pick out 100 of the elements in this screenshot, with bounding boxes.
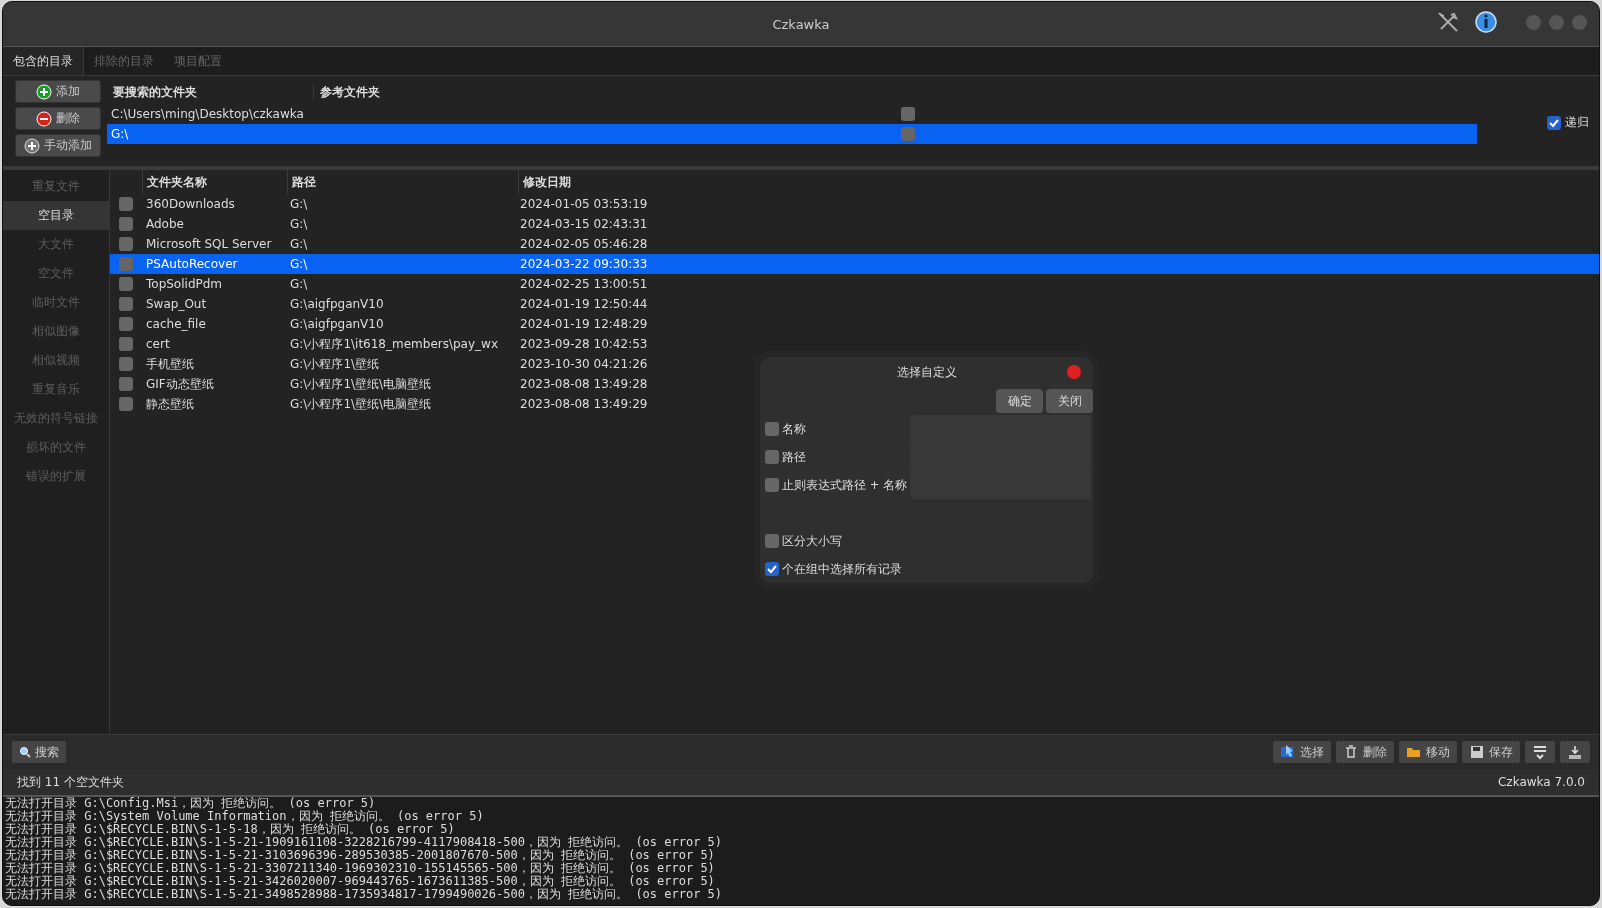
log-line: 无法打开目录 G:\$RECYCLE.BIN\S-1-5-21-3307211340-1969302310-155145565-500，因为 拒绝访问。 (os error 5) [5, 862, 716, 875]
checkbox[interactable] [765, 534, 779, 548]
checkbox[interactable] [119, 317, 133, 331]
toolbar-button[interactable] [1559, 740, 1591, 764]
column-header: 路径 [287, 170, 518, 194]
table-cell[interactable]: TopSolidPdm [142, 277, 286, 291]
tab[interactable]: 包含的目录 [3, 47, 84, 75]
table-cell-text: 2024-03-15 02:43:31 [519, 217, 648, 231]
toolbar-button[interactable] [1524, 740, 1556, 764]
table-cell[interactable]: Microsoft SQL Server [142, 237, 286, 251]
window-control[interactable] [1549, 14, 1564, 30]
directory-button[interactable]: 删除 [15, 107, 101, 130]
toolbar-button[interactable]: 选择 [1272, 740, 1332, 764]
log-line: 无法打开目录 G:\$RECYCLE.BIN\S-1-5-18，因为 拒绝访问。 (os error 5) [5, 823, 456, 836]
log-line: 无法打开目录 G:\$RECYCLE.BIN\S-1-5-21-3426020007-969443765-1673611385-500，因为 拒绝访问。 (os error 5) [5, 875, 716, 888]
search-button[interactable]: 搜索 [11, 740, 67, 764]
directory-path: G:\ [110, 127, 130, 141]
cursor-icon [1280, 744, 1296, 760]
table-cell-text: 2023-08-08 13:49:28 [519, 377, 648, 391]
table-cell-text: 2023-10-30 04:21:26 [519, 357, 648, 371]
minus-icon [36, 110, 52, 127]
sidebar-item[interactable]: 空目录 [3, 201, 109, 230]
toolbar-button[interactable]: 移动 [1398, 740, 1458, 764]
table-cell-text: G:\小程序1\it618_members\pay_wx [289, 335, 499, 353]
directory-row[interactable]: G:\ [107, 124, 1477, 144]
checkbox[interactable] [1547, 115, 1561, 130]
table-cell-text: G:\小程序1\壁纸 [289, 355, 381, 373]
checkbox-label: 名称 [782, 421, 807, 437]
checkbox[interactable] [901, 127, 915, 141]
column-header: 参考文件夹 [319, 83, 380, 101]
table-cell-text: 2024-01-05 03:53:19 [519, 197, 648, 211]
checkbox[interactable] [119, 397, 133, 411]
checkbox[interactable] [765, 562, 779, 576]
table-cell-text: G:\ [289, 257, 309, 271]
table-cell[interactable]: GIF动态壁纸 [142, 375, 286, 393]
log-line: 无法打开目录 G:\System Volume Information，因为 拒绝访问。 (os error 5) [5, 810, 485, 823]
column-header: 要搜索的文件夹 [107, 83, 314, 101]
table-cell[interactable]: cache_file [142, 317, 286, 331]
table-cell-text: G:\ [289, 237, 309, 251]
table-cell-text: 2024-03-22 09:30:33 [519, 257, 648, 271]
checkbox[interactable] [765, 422, 779, 436]
toolbar-button[interactable]: 删除 [1335, 740, 1395, 764]
search-icon [19, 746, 31, 758]
table-cell-text: G:\小程序1\壁纸\电脑壁纸 [289, 375, 433, 393]
window-control[interactable] [1526, 14, 1541, 30]
floppy-icon [1469, 744, 1485, 760]
column-header: 修改日期 [518, 170, 571, 194]
tab[interactable]: 项目配置 [164, 47, 232, 75]
checkbox[interactable] [119, 377, 133, 391]
table-cell[interactable]: cert [142, 337, 286, 351]
trash-icon [1343, 744, 1359, 760]
window-title: Czkawka [772, 16, 830, 32]
tools-icon [1436, 10, 1460, 34]
checkbox[interactable] [765, 478, 779, 492]
table-cell-text: G:\ [289, 197, 309, 211]
checkbox[interactable] [119, 277, 133, 291]
tab[interactable]: 排除的目录 [84, 47, 164, 75]
table-cell[interactable]: 手机壁纸 [142, 355, 286, 373]
table-cell[interactable]: 静态壁纸 [142, 395, 286, 413]
checkbox-label: 个在组中选择所有记录 [782, 561, 903, 577]
checkbox[interactable] [119, 297, 133, 311]
log-line: 无法打开目录 G:\$RECYCLE.BIN\S-1-5-21-3103696396-289530385-2001807670-500，因为 拒绝访问。 (os error 5) [5, 849, 716, 862]
table-cell[interactable]: 360Downloads [142, 197, 286, 211]
dialog-button[interactable]: 确定 [996, 389, 1043, 413]
toolbar-button[interactable]: 保存 [1461, 740, 1521, 764]
checkbox-label: 止则表达式路径 + 名称 [782, 477, 907, 493]
table-cell-text: 2024-02-05 05:46:28 [519, 237, 648, 251]
log-line: 无法打开目录 G:\$RECYCLE.BIN\S-1-5-21-3498528988-1735934817-1799490026-500，因为 拒绝访问。 (os error 5) [5, 888, 724, 901]
checkbox[interactable] [119, 237, 133, 251]
checkbox[interactable] [119, 217, 133, 231]
table-cell-text: 2023-08-08 13:49:29 [519, 397, 648, 411]
table-cell-text: G:\ [289, 277, 309, 291]
dialog-button[interactable]: 关闭 [1046, 389, 1093, 413]
table-cell-text: G:\小程序1\壁纸\电脑壁纸 [289, 395, 433, 413]
info-icon [1474, 10, 1498, 34]
table-cell-text: G:\ [289, 217, 309, 231]
table-cell-text: G:\aigfpganV10 [289, 317, 385, 331]
checkbox-label: 递归 [1565, 114, 1589, 131]
checkbox[interactable] [901, 107, 915, 121]
table-cell[interactable]: PSAutoRecover [142, 257, 286, 271]
checkbox[interactable] [119, 357, 133, 371]
checkbox[interactable] [119, 337, 133, 351]
window-control[interactable] [1572, 14, 1587, 30]
close-button[interactable] [1067, 365, 1081, 379]
directory-row[interactable]: C:\Users\ming\Desktop\czkawka [107, 104, 1477, 124]
table-cell-text: 2023-09-28 10:42:53 [519, 337, 648, 351]
table-cell-text: 2024-01-19 12:48:29 [519, 317, 648, 331]
checkbox-label: 区分大小写 [782, 533, 843, 549]
table-cell[interactable]: Swap_Out [142, 297, 286, 311]
table-cell-text: G:\aigfpganV10 [289, 297, 385, 311]
status-message: 找到 11 个空文件夹 [17, 773, 124, 791]
table-cell[interactable]: Adobe [142, 217, 286, 231]
checkbox-label: 路径 [782, 449, 807, 465]
checkbox[interactable] [119, 257, 133, 271]
checkbox[interactable] [119, 197, 133, 211]
sort-icon [1532, 744, 1548, 760]
directory-button[interactable]: 添加 [15, 80, 101, 103]
directory-button[interactable]: 手动添加 [15, 134, 101, 157]
checkbox[interactable] [765, 450, 779, 464]
column-header: 文件夹名称 [142, 170, 287, 194]
